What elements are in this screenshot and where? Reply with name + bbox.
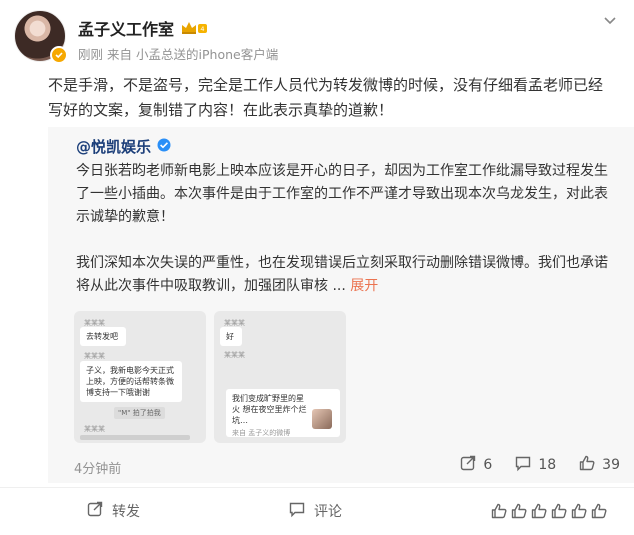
repost-author-name[interactable]: @悦凯娱乐 — [76, 136, 151, 157]
repost-time: 4分钟前 — [74, 462, 122, 477]
vip-crown-icon[interactable]: 4 — [180, 20, 208, 36]
repost-button-label: 转发 — [112, 504, 140, 520]
like-button[interactable] — [490, 502, 608, 520]
repost-text: 今日张若昀老师新电影上映本应该是开心的日子，却因为工作室工作纰漏导致过程发生了一… — [76, 160, 608, 298]
post-time: 刚刚 — [78, 47, 104, 62]
source-prefix: 来自 — [107, 47, 133, 62]
avatar-container[interactable] — [14, 10, 68, 64]
repost-author[interactable]: @悦凯娱乐 — [76, 136, 171, 157]
post-meta: 刚刚 来自 小孟总送的iPhone客户端 — [78, 44, 278, 63]
chat-sender-label: 某某某 — [224, 351, 245, 359]
post-text: 不是手滑，不是盗号，完全是工作人员代为转发微博的时候，没有仔细看孟老师已经写好的… — [48, 76, 604, 119]
comment-button-label: 评论 — [314, 504, 342, 520]
repost-comment-stat[interactable]: 18 — [514, 454, 556, 476]
chevron-down-icon[interactable] — [602, 12, 618, 28]
share-icon — [459, 454, 477, 476]
chat-bubble: 子义，我新电影今天正式上映，方便的话帮转条微博支持一下哦谢谢 — [80, 361, 182, 402]
thumbs-up-icon — [490, 502, 508, 520]
repost-paragraph-2-text: 我们深知本次失误的严重性，也在发现错误后立刻采取行动删除错误微博。我们也承诺将从… — [76, 255, 608, 294]
repost-share-stat[interactable]: 6 — [459, 454, 492, 476]
repost-like-stat[interactable]: 39 — [578, 454, 620, 476]
shared-weibo-text: 我们变成旷野里的星火 想在夜空里炸个烂坑… — [232, 394, 307, 425]
user-name[interactable]: 孟子义工作室 — [78, 16, 174, 40]
blue-verified-icon — [157, 138, 171, 156]
repost-button[interactable]: 转发 — [86, 500, 140, 522]
shared-weibo-source: 来自 孟子义的微博 — [232, 429, 291, 437]
chat-bubble: 去转发吧 — [80, 327, 126, 346]
repost-stats: 6 18 39 — [459, 454, 620, 476]
pat-notice: "M" 拍了拍我 — [114, 407, 165, 419]
repost-images: 某某某 去转发吧 某某某 子义，我新电影今天正式上映，方便的话帮转条微博支持一下… — [74, 311, 346, 443]
chat-screenshot-thumbnail-2[interactable]: 某某某 好 某某某 我们变成旷野里的星火 想在夜空里炸个烂坑… 来自 孟子义的微… — [214, 311, 346, 443]
name-row: 孟子义工作室 4 — [78, 16, 208, 40]
post-actions: 转发 评论 — [0, 490, 634, 532]
chat-sender-label: 某某某 — [84, 425, 105, 433]
shared-weibo-card: 我们变成旷野里的星火 想在夜空里炸个烂坑… 来自 孟子义的微博 — [226, 389, 340, 437]
thumbs-up-icon — [530, 502, 548, 520]
comment-icon — [514, 454, 532, 476]
share-icon — [86, 500, 104, 522]
post-header: 孟子义工作室 4 刚刚 来自 小孟总送的iPhone客户端 — [14, 10, 620, 66]
svg-text:4: 4 — [200, 25, 204, 33]
comment-count: 18 — [538, 457, 557, 473]
thumbs-up-icon — [590, 502, 608, 520]
thumbs-up-icon — [550, 502, 568, 520]
chat-text-fragment — [80, 435, 190, 440]
comment-button[interactable]: 评论 — [288, 500, 342, 522]
chat-screenshot-thumbnail-1[interactable]: 某某某 去转发吧 某某某 子义，我新电影今天正式上映，方便的话帮转条微博支持一下… — [74, 311, 206, 443]
shared-weibo-image — [312, 409, 332, 429]
thumbs-up-icon — [510, 502, 528, 520]
expand-link[interactable]: 展开 — [350, 278, 378, 294]
repost-paragraph-2: 我们深知本次失误的严重性，也在发现错误后立刻采取行动删除错误微博。我们也承诺将从… — [76, 252, 608, 298]
post-source: 小孟总送的iPhone客户端 — [136, 47, 279, 62]
chat-bubble: 好 — [220, 327, 242, 346]
thumbs-up-icon — [570, 502, 588, 520]
comment-icon — [288, 500, 306, 522]
footer-divider — [0, 487, 634, 488]
verified-badge-icon — [50, 46, 68, 64]
repost-count: 6 — [483, 457, 493, 473]
like-count: 39 — [602, 457, 620, 473]
reposted-weibo[interactable]: @悦凯娱乐 今日张若昀老师新电影上映本应该是开心的日子，却因为工作室工作纰漏导致… — [48, 127, 634, 483]
weibo-post-card: 孟子义工作室 4 刚刚 来自 小孟总送的iPhone客户端 不是手滑，不是盗号，… — [0, 0, 634, 535]
thumbs-up-icon — [578, 454, 596, 476]
repost-paragraph-1: 今日张若昀老师新电影上映本应该是开心的日子，却因为工作室工作纰漏导致过程发生了一… — [76, 163, 608, 225]
